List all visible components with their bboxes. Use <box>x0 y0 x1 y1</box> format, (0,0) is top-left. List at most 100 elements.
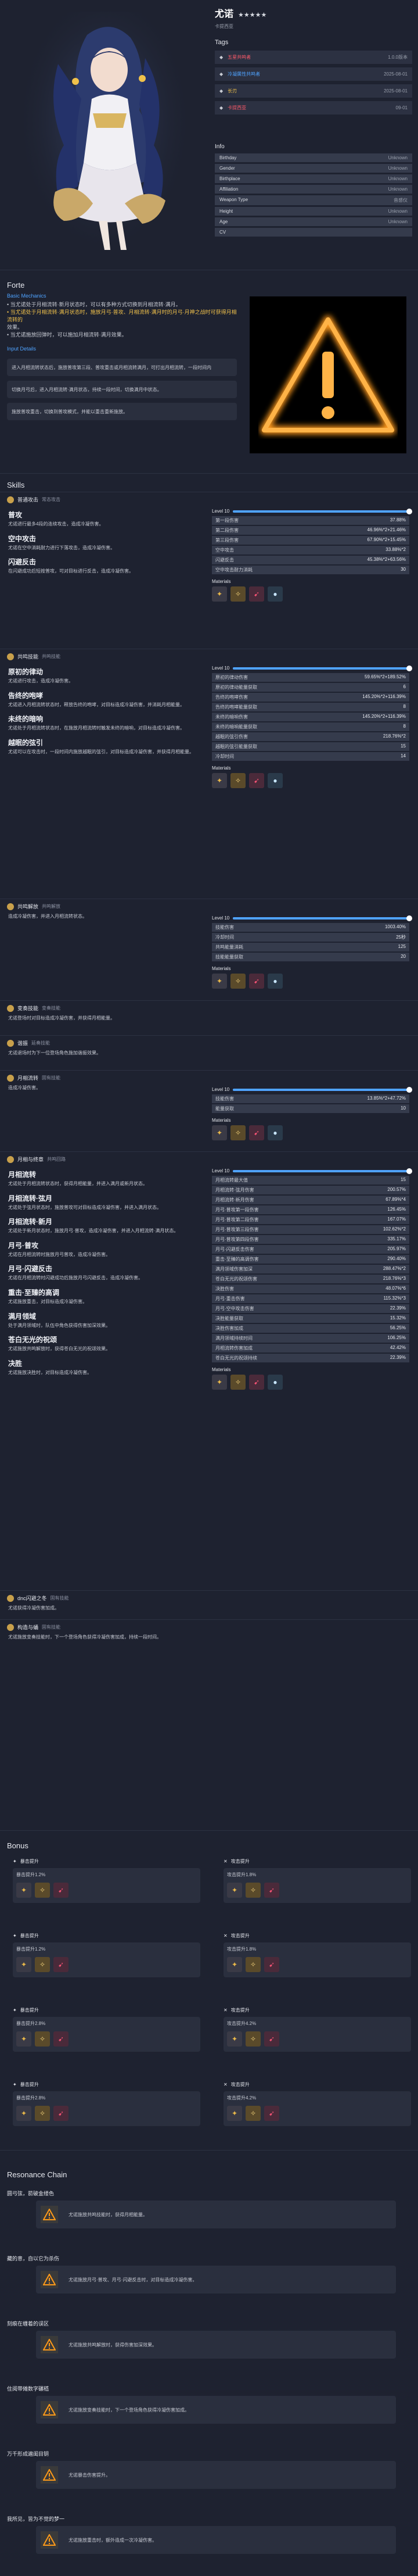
chain-desc: 尤诺施放共鸣解放时，获得伤害加深效果。 <box>69 2342 157 2348</box>
material-icon-2[interactable]: ✧ <box>230 773 246 788</box>
material-icon-2[interactable]: ✧ <box>246 2106 261 2121</box>
skill-header-name: 变奏技能 <box>17 1006 39 1011</box>
stat-name: 告终的咆哮伤害 <box>215 695 248 700</box>
material-icon-4[interactable]: ● <box>268 586 283 602</box>
bonus-card: ✦ 暴击提升 暴击提升1.2% ✦ ✧ ➹ <box>13 1933 200 1997</box>
material-icon-2[interactable]: ✧ <box>246 1957 261 1972</box>
bonus-panel: 攻击提升1.8% ✦ ✧ ➹ <box>224 1868 411 1903</box>
material-icon-3[interactable]: ➹ <box>264 1957 279 1972</box>
bonus-materials: ✦ ✧ ➹ <box>16 2106 197 2121</box>
skill-header-name: 月相流转 <box>17 1075 39 1081</box>
stat-row: 月弓·重击伤害 115.32%*3 <box>212 1294 409 1303</box>
material-icon-1[interactable]: ✦ <box>212 974 227 989</box>
level-slider[interactable] <box>233 665 412 671</box>
level-slider-knob[interactable] <box>406 915 412 921</box>
material-icon-3[interactable]: ➹ <box>249 974 264 989</box>
material-icon-1[interactable]: ✦ <box>212 586 227 602</box>
stat-row: 月相流转伤害加成 42.42% <box>212 1344 409 1353</box>
tag-value: 1.0.0版本 <box>388 55 408 60</box>
material-icon-1[interactable]: ✦ <box>16 1883 31 1898</box>
skill-header-name: 普通攻击 <box>17 497 39 503</box>
material-icon-4[interactable]: ● <box>268 773 283 788</box>
bonus-materials: ✦ ✧ ➹ <box>16 2031 197 2047</box>
material-icon-2[interactable]: ✧ <box>246 2031 261 2047</box>
skill-move-name: 未终的暗响 <box>8 715 44 724</box>
material-icon-3[interactable]: ➹ <box>249 586 264 602</box>
material-icon-2[interactable]: ✧ <box>230 1375 246 1390</box>
bonus-materials: ✦ ✧ ➹ <box>227 2106 408 2121</box>
skill-move-desc: 在闪避成功后短按普攻，可对目标进行反击，造成冷凝伤害。 <box>8 568 134 574</box>
skill-description: 原初的律动 尤诺进行攻击，造成冷凝伤害。 告终的咆哮 尤诺进入月相流转状态时，释放告终… <box>8 663 203 761</box>
skill-move-name: 满月领域 <box>8 1312 37 1321</box>
material-icon-2[interactable]: ✧ <box>230 974 246 989</box>
stat-row: 月弓·普攻第二段伤害 167.07% <box>212 1215 409 1224</box>
basic-mechanic-line: • 当尤诺施放回弹时，可以施加月相流转·满月效果。 <box>7 332 127 338</box>
material-icon-2[interactable]: ✧ <box>35 1957 50 1972</box>
info-list: Birthday Unknown Gender Unknown Birthplace Un… <box>215 153 412 237</box>
stat-name: 月弓·空中攻击伤害 <box>215 1306 254 1311</box>
skill-header-name: 共鸣技能 <box>17 654 39 660</box>
stat-row: 冷却时间 14 <box>212 752 409 761</box>
material-icon-2[interactable]: ✧ <box>35 1883 50 1898</box>
material-icon-2[interactable]: ✧ <box>230 1125 246 1140</box>
material-icon-3[interactable]: ➹ <box>249 773 264 788</box>
input-detail-text: 进入月相流转状态后，施放普攻第三段、普攻重击或月相流转满月，可打出月相流转，一段… <box>12 364 211 370</box>
material-icon-3[interactable]: ➹ <box>264 1883 279 1898</box>
skill-move-name: 告终的咆哮 <box>8 691 44 700</box>
level-slider[interactable] <box>233 508 412 514</box>
material-icon-4[interactable]: ● <box>268 1125 283 1140</box>
material-icon-3[interactable]: ➹ <box>249 1375 264 1390</box>
stat-value: 1003.40% <box>384 924 406 929</box>
skill-description: 普攻 尤诺进行最多4段的连续攻击，造成冷凝伤害。 空中攻击 尤诺在空中消耗耐力进行下落… <box>8 506 203 581</box>
level-slider[interactable] <box>233 1168 412 1174</box>
stat-name: 重击·至臻的高调伤害 <box>215 1257 259 1262</box>
material-icon-1[interactable]: ✦ <box>16 1957 31 1972</box>
level-slider-knob[interactable] <box>406 1168 412 1174</box>
skill-move-name: 空中攻击 <box>8 534 37 543</box>
material-icon-1[interactable]: ✦ <box>212 1375 227 1390</box>
material-icon-3[interactable]: ➹ <box>249 1125 264 1140</box>
stat-value: 45.38%*2+63.56% <box>367 557 406 562</box>
material-icon-4[interactable]: ● <box>268 974 283 989</box>
level-slider-knob[interactable] <box>406 1086 412 1093</box>
material-icon-3[interactable]: ➹ <box>264 2031 279 2047</box>
stat-value: 218.76%*3 <box>383 1276 406 1281</box>
level-slider[interactable] <box>233 915 412 921</box>
material-icon-1[interactable]: ✦ <box>16 2106 31 2121</box>
material-icon-3[interactable]: ➹ <box>53 1957 69 1972</box>
material-icon-1[interactable]: ✦ <box>227 2106 242 2121</box>
material-icon-2[interactable]: ✧ <box>230 586 246 602</box>
skill-header-name: 构造与蛹 <box>17 1625 39 1630</box>
material-icon-2[interactable]: ✧ <box>35 2031 50 2047</box>
material-icon-3[interactable]: ➹ <box>53 2031 69 2047</box>
stat-name: 苍白无光的祝颂持续 <box>215 1355 257 1361</box>
material-icon-1[interactable]: ✦ <box>227 2031 242 2047</box>
skill-block: 共鸣解放 共鸣解放 造成冷凝伤害，并进入月相流转状态。 Level 10 技能伤害 100… <box>0 899 418 1000</box>
material-icon-1[interactable]: ✦ <box>212 773 227 788</box>
input-detail-item: 施放普攻重击，切换到普攻模式，并能以重击重新施放。 <box>7 403 237 421</box>
material-icon-2[interactable]: ✧ <box>35 2106 50 2121</box>
material-icon-1[interactable]: ✦ <box>227 1883 242 1898</box>
material-icon-1[interactable]: ✦ <box>212 1125 227 1140</box>
material-icon-3[interactable]: ➹ <box>264 2106 279 2121</box>
tag-label: ◆ 五星共鸣者 <box>219 54 251 60</box>
stat-row: 第三段伤害 67.90%*2+15.45% <box>212 536 409 545</box>
level-slider-knob[interactable] <box>406 508 412 514</box>
chain-desc: 尤诺施放变奏技能时，下一个登场角色获得冷凝伤害加成。 <box>69 2407 189 2413</box>
material-icon-3[interactable]: ➹ <box>53 1883 69 1898</box>
material-icon-1[interactable]: ✦ <box>227 1957 242 1972</box>
chain-item: 圆弓弦，箭破金缕色 尤诺施放共鸣技能时，获得月相能量。 <box>7 2184 411 2249</box>
skill-stats-panel: Level 10 月相流转最大值 15 月相流转·弦月伤害 200.57% 月相流转·新月… <box>212 1166 412 1390</box>
skill-header-name: 谐振 <box>17 1040 28 1046</box>
basic-mechanic-line: • 当尤诺处于月相流转·新月状态时，可以有多种方式切换到月相流转·满月。 <box>7 302 181 307</box>
hero-section: 尤诺 ★★★★★ 卡提西亚 Tags ◆ 五星共鸣者 1.0.0版本 ◆ 冷凝属性共鸣者… <box>0 0 418 270</box>
material-icon-3[interactable]: ➹ <box>53 2106 69 2121</box>
material-icon-2[interactable]: ✧ <box>246 1883 261 1898</box>
level-slider-knob[interactable] <box>406 665 412 671</box>
bonus-value: 暴击提升2.8% <box>16 2021 46 2026</box>
material-icon-1[interactable]: ✦ <box>16 2031 31 2047</box>
level-slider[interactable] <box>233 1086 412 1093</box>
material-icon-4[interactable]: ● <box>268 1375 283 1390</box>
input-detail-text: 施放普攻重击，切换到普攻模式，并能以重击重新施放。 <box>12 409 128 414</box>
skill-stats-panel: Level 10 技能伤害 13.85%*2+47.72% 能量获取 10 Materia… <box>212 1085 412 1140</box>
